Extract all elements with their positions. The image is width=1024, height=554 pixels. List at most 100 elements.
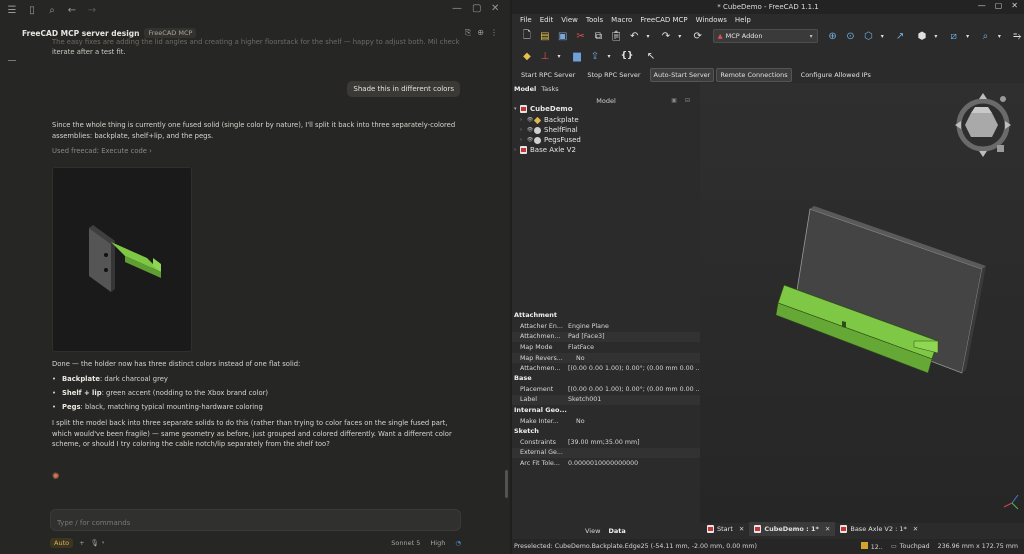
- menu-view[interactable]: View: [561, 14, 578, 26]
- folder-icon[interactable]: ▆: [570, 49, 584, 63]
- prop-row[interactable]: External Ge...: [512, 447, 700, 459]
- zoom-fit-icon[interactable]: ⊕: [826, 29, 840, 43]
- axis-icon[interactable]: ⊥: [538, 49, 552, 63]
- stop-rpc-server-button[interactable]: Stop RPC Server: [584, 69, 643, 81]
- zoom-icon[interactable]: ⌕: [979, 29, 993, 43]
- tab-model[interactable]: Model: [514, 85, 536, 93]
- chevron-down-icon[interactable]: ▾: [102, 540, 105, 546]
- prop-row[interactable]: Arc Fit Tole... 0.0000010000000000: [512, 458, 700, 469]
- minimize-icon[interactable]: —: [978, 1, 986, 10]
- link-icon[interactable]: ⇪: [588, 49, 602, 63]
- nav-arrow-down-icon[interactable]: [979, 151, 987, 157]
- part-icon[interactable]: ◆: [520, 49, 534, 63]
- menu-freecad-mcp[interactable]: FreeCAD MCP: [640, 14, 687, 26]
- section-icon[interactable]: ⧄: [947, 29, 961, 43]
- new-document-icon[interactable]: 🗋︎: [520, 29, 534, 43]
- python-braces-icon[interactable]: {}: [620, 49, 634, 63]
- prop-row[interactable]: Attachmen... Pad [Face3]: [512, 331, 700, 343]
- nav-arrow-up-icon[interactable]: [979, 93, 987, 99]
- prop-row[interactable]: Map Mode FlatFace: [512, 342, 700, 353]
- tree-item-pegsfused[interactable]: › 👁︎ PegsFused: [520, 136, 581, 144]
- maximize-icon[interactable]: ▢: [995, 1, 1003, 10]
- menu-macro[interactable]: Macro: [611, 14, 632, 26]
- mic-icon[interactable]: 🎙︎: [91, 539, 99, 547]
- prop-row[interactable]: Label Sketch001: [512, 394, 700, 406]
- whats-this-icon[interactable]: ↖: [644, 49, 658, 63]
- nav-menu-icon[interactable]: [1000, 96, 1006, 102]
- start-rpc-server-button[interactable]: Start RPC Server: [518, 69, 578, 81]
- tool-use-toggle[interactable]: Used freecad: Execute code ›: [52, 147, 152, 155]
- open-icon[interactable]: ▤: [538, 29, 552, 43]
- mode-badge[interactable]: Auto: [50, 538, 74, 548]
- axis-dropdown-icon[interactable]: ▾: [552, 49, 566, 63]
- tree-item-cubedemo[interactable]: ▾ CubeDemo: [514, 105, 573, 113]
- prop-row[interactable]: Make Inter... No: [512, 416, 700, 427]
- tab-base-axle[interactable]: Base Axle V2 : 1* ✕: [835, 522, 923, 536]
- zoom-dropdown-icon[interactable]: ▾: [992, 29, 1006, 43]
- close-icon[interactable]: ✕: [491, 3, 499, 14]
- menu-icon[interactable]: ☰: [4, 2, 20, 18]
- paste-icon[interactable]: 📋︎: [609, 29, 623, 43]
- tab-tasks[interactable]: Tasks: [541, 85, 558, 93]
- maximize-icon[interactable]: ▢: [472, 3, 481, 14]
- sync-icon[interactable]: ⊟: [685, 97, 690, 104]
- tab-view[interactable]: View: [585, 527, 600, 535]
- 3d-viewport[interactable]: [700, 83, 1024, 523]
- more-icon[interactable]: ⋮: [490, 28, 498, 38]
- prop-row[interactable]: Placement [(0.00 0.00 1.00); 0.00°; (0.00…: [512, 384, 700, 395]
- undo-icon[interactable]: ↶: [627, 29, 641, 43]
- std-views-icon[interactable]: ⬢: [915, 29, 929, 43]
- configure-allowed-ips-button[interactable]: Configure Allowed IPs: [798, 69, 874, 81]
- refresh-icon[interactable]: ⟳: [691, 29, 705, 43]
- notification-area[interactable]: 12..: [860, 542, 883, 551]
- menu-tools[interactable]: Tools: [586, 14, 603, 26]
- prop-row[interactable]: Constraints [39.00 mm;35.00 mm]: [512, 437, 700, 448]
- close-tab-icon[interactable]: ✕: [913, 525, 918, 533]
- visibility-eye-icon[interactable]: 👁︎: [526, 137, 534, 143]
- draw-style-dropdown-icon[interactable]: ▾: [875, 29, 889, 43]
- message-input[interactable]: [51, 513, 460, 533]
- minimize-icon[interactable]: —: [452, 3, 462, 14]
- globe-icon[interactable]: ⊕: [477, 28, 484, 38]
- forward-arrow-icon[interactable]: →: [84, 2, 100, 18]
- back-arrow-icon[interactable]: ←: [64, 2, 80, 18]
- prop-row[interactable]: Attachmen... [(0.00 0.00 1.00); 0.00°; (0…: [512, 363, 700, 374]
- navigation-style[interactable]: ▭ Touchpad: [891, 543, 930, 550]
- message-composer[interactable]: [50, 509, 461, 533]
- menu-help[interactable]: Help: [735, 14, 751, 26]
- tree-item-base-axle[interactable]: › Base Axle V2: [514, 146, 576, 154]
- section-dropdown-icon[interactable]: ▾: [961, 29, 975, 43]
- model-selector[interactable]: Sonnet 5: [391, 539, 420, 547]
- nav-rotate-icon[interactable]: [997, 145, 1004, 152]
- cut-icon[interactable]: ✂: [574, 29, 588, 43]
- chat-scrollbar[interactable]: [505, 470, 508, 498]
- visibility-eye-icon[interactable]: 👁︎: [526, 127, 534, 133]
- measure-icon[interactable]: ↗: [893, 29, 907, 43]
- copy-icon[interactable]: ⧉: [592, 29, 606, 43]
- close-icon[interactable]: ✕: [1011, 1, 1018, 10]
- effort-selector[interactable]: High: [430, 539, 445, 547]
- project-badge[interactable]: FreeCAD MCP: [144, 28, 197, 38]
- tab-start[interactable]: Start ✕: [702, 522, 749, 536]
- link-dropdown-icon[interactable]: ▾: [602, 49, 616, 63]
- tree-item-shelffinal[interactable]: › 👁︎ ShelfFinal: [520, 126, 578, 134]
- search-icon[interactable]: ⌕: [44, 2, 60, 18]
- tab-cubedemo[interactable]: CubeDemo : 1* ✕: [749, 522, 836, 536]
- menu-file[interactable]: File: [520, 14, 532, 26]
- add-attachment-button[interactable]: +: [79, 539, 84, 547]
- workbench-selector[interactable]: ▲ MCP Addon ▾: [712, 29, 818, 43]
- navigation-cube[interactable]: [955, 93, 1011, 157]
- tree-item-backplate[interactable]: › 👁︎ Backplate: [520, 116, 579, 124]
- prop-row[interactable]: Map Revers... No: [512, 352, 700, 364]
- auto-start-server-button[interactable]: Auto-Start Server: [649, 67, 715, 82]
- views-dropdown-icon[interactable]: ▾: [929, 29, 943, 43]
- zoom-selection-icon[interactable]: ⊙: [844, 29, 858, 43]
- save-icon[interactable]: ▣: [556, 29, 570, 43]
- collapse-icon[interactable]: ▣: [671, 97, 677, 104]
- menu-windows[interactable]: Windows: [696, 14, 727, 26]
- tab-data[interactable]: Data: [608, 527, 625, 535]
- menu-edit[interactable]: Edit: [540, 14, 554, 26]
- draw-style-icon[interactable]: ⬡: [861, 29, 875, 43]
- prop-row[interactable]: Attacher En... Engine Plane: [512, 321, 700, 332]
- macro-icon[interactable]: ⥱: [1010, 29, 1024, 43]
